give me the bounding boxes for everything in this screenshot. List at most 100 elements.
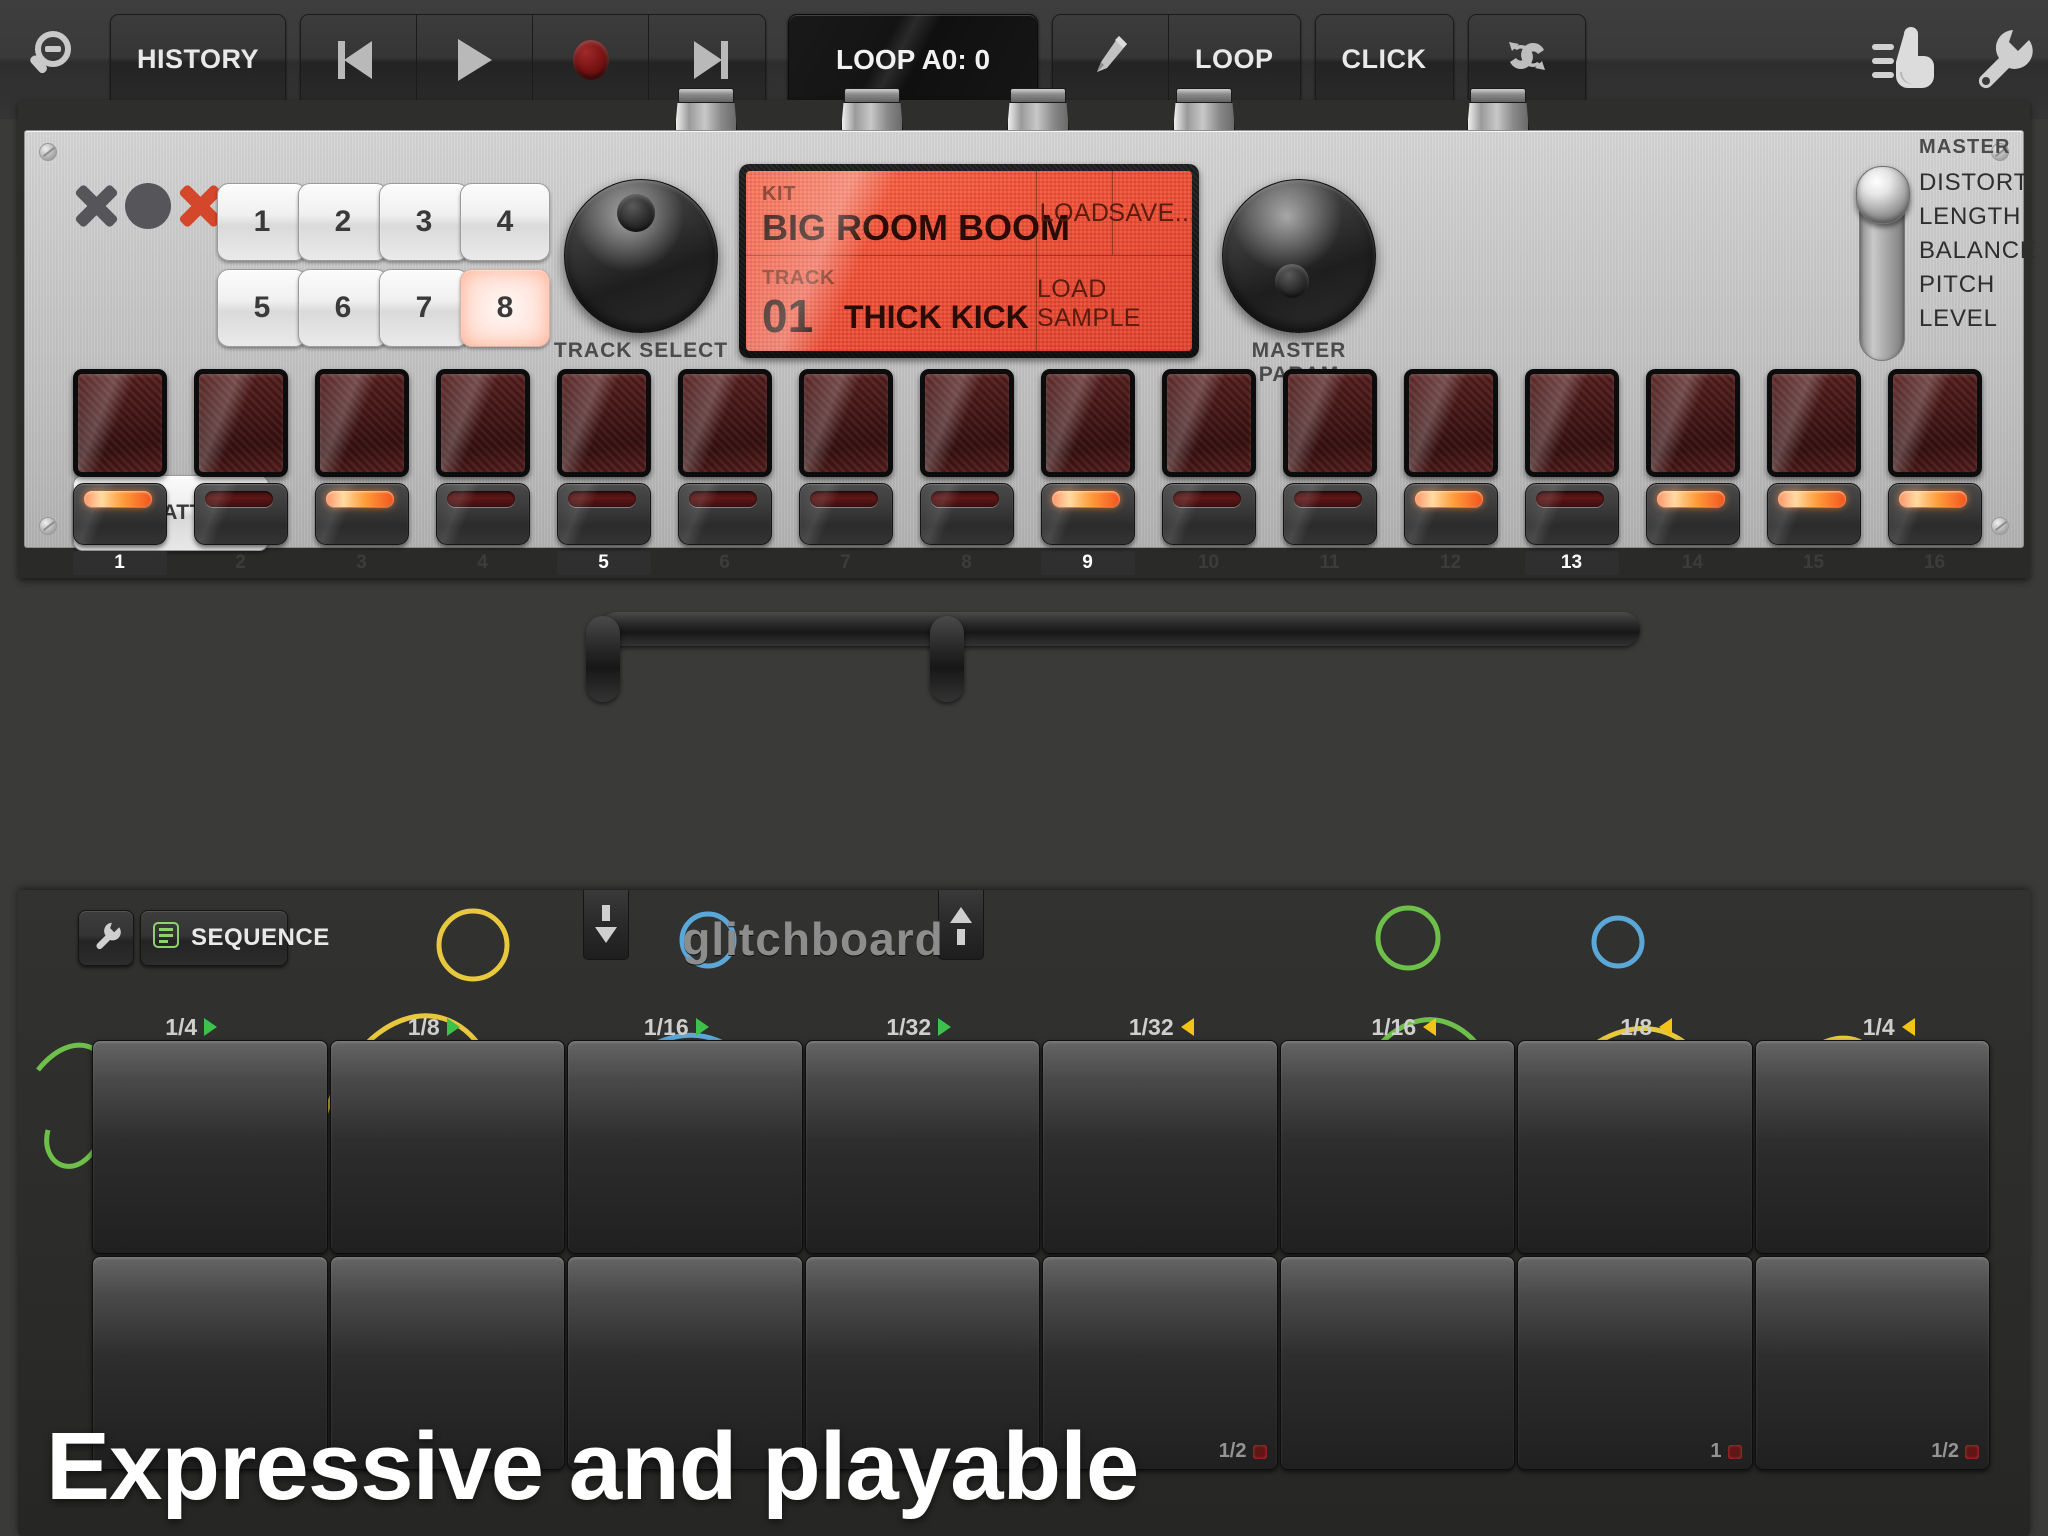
step-pad[interactable] — [1162, 369, 1256, 477]
play-button[interactable] — [417, 15, 533, 105]
sequence-button[interactable]: SEQUENCE — [140, 910, 288, 966]
step-button[interactable] — [1041, 483, 1135, 545]
step-pad[interactable] — [1525, 369, 1619, 477]
step-pad[interactable] — [194, 369, 288, 477]
step-3[interactable]: 3 — [301, 369, 422, 549]
pattern-button-6[interactable]: 6 — [298, 269, 388, 347]
step-pad[interactable] — [920, 369, 1014, 477]
step-6[interactable]: 6 — [664, 369, 785, 549]
step-button[interactable] — [799, 483, 893, 545]
division-label-4[interactable]: 1/32 — [798, 1010, 1041, 1044]
step-pad[interactable] — [436, 369, 530, 477]
glitch-pad-16[interactable]: 1/2 — [1755, 1256, 1991, 1470]
pattern-button-5[interactable]: 5 — [217, 269, 307, 347]
glitch-pad-8[interactable] — [1755, 1040, 1991, 1254]
glitchboard-settings-button[interactable] — [78, 910, 134, 966]
step-button[interactable] — [1888, 483, 1982, 545]
loop-display[interactable]: LOOP A0: 0 — [788, 14, 1038, 106]
pattern-button-8[interactable]: 8 — [460, 269, 550, 347]
step-button[interactable] — [1646, 483, 1740, 545]
click-button[interactable]: CLICK — [1316, 15, 1453, 105]
record-button[interactable] — [533, 15, 649, 105]
step-pad[interactable] — [678, 369, 772, 477]
master-param-pitch[interactable]: PITCH — [1919, 271, 1995, 299]
step-4[interactable]: 4 — [422, 369, 543, 549]
glitch-pad-2[interactable] — [330, 1040, 566, 1254]
glitch-pad-7[interactable] — [1517, 1040, 1753, 1254]
step-button[interactable] — [315, 483, 409, 545]
glitch-pad-1[interactable] — [92, 1040, 328, 1254]
step-10[interactable]: 10 — [1148, 369, 1269, 549]
step-12[interactable]: 12 — [1390, 369, 1511, 549]
step-pad[interactable] — [73, 369, 167, 477]
pattern-button-7[interactable]: 7 — [379, 269, 469, 347]
step-button[interactable] — [73, 483, 167, 545]
step-button[interactable] — [1525, 483, 1619, 545]
step-5[interactable]: 5 — [543, 369, 664, 549]
cable-vertical-right — [930, 616, 964, 702]
step-button[interactable] — [194, 483, 288, 545]
step-pad[interactable] — [1767, 369, 1861, 477]
division-label-6[interactable]: 1/16 — [1283, 1010, 1526, 1044]
division-label-8[interactable]: 1/4 — [1768, 1010, 2011, 1044]
step-1[interactable]: 1 — [59, 369, 180, 549]
master-slider-thumb[interactable] — [1856, 166, 1910, 224]
glitch-pad-14[interactable] — [1280, 1256, 1516, 1470]
step-pad[interactable] — [1404, 369, 1498, 477]
glitch-pad-3[interactable] — [567, 1040, 803, 1254]
division-label-5[interactable]: 1/32 — [1040, 1010, 1283, 1044]
division-label-3[interactable]: 1/16 — [555, 1010, 798, 1044]
lcd-save-button[interactable]: SAVE... — [1113, 171, 1192, 255]
edit-pencil-button[interactable] — [1053, 15, 1169, 105]
master-param-slider[interactable] — [1859, 171, 1905, 361]
step-button[interactable] — [1283, 483, 1377, 545]
division-label-7[interactable]: 1/8 — [1525, 1010, 1768, 1044]
step-14[interactable]: 14 — [1632, 369, 1753, 549]
glitchboard-input-jack[interactable] — [583, 890, 629, 960]
master-param-level[interactable]: LEVEL — [1919, 305, 1998, 333]
step-pad[interactable] — [1283, 369, 1377, 477]
step-button[interactable] — [1767, 483, 1861, 545]
lcd-load-button[interactable]: LOAD — [1037, 171, 1112, 255]
step-7[interactable]: 7 — [785, 369, 906, 549]
master-param-control[interactable]: MASTER PARAM — [1211, 179, 1387, 387]
step-2[interactable]: 2 — [180, 369, 301, 549]
step-16[interactable]: 16 — [1874, 369, 1995, 549]
step-11[interactable]: 11 — [1269, 369, 1390, 549]
glitch-pad-4[interactable] — [805, 1040, 1041, 1254]
master-param-balance[interactable]: BALANCE — [1919, 237, 2037, 265]
step-pad[interactable] — [557, 369, 651, 477]
step-8[interactable]: 8 — [906, 369, 1027, 549]
division-label-2[interactable]: 1/8 — [313, 1010, 556, 1044]
step-button[interactable] — [557, 483, 651, 545]
step-15[interactable]: 15 — [1753, 369, 1874, 549]
track-select-knob[interactable] — [564, 179, 718, 333]
skip-previous-button[interactable] — [301, 15, 417, 105]
step-9[interactable]: 9 — [1027, 369, 1148, 549]
step-pad[interactable] — [1646, 369, 1740, 477]
step-button[interactable] — [678, 483, 772, 545]
pattern-button-2[interactable]: 2 — [298, 183, 388, 261]
pattern-button-4[interactable]: 4 — [460, 183, 550, 261]
step-pad[interactable] — [315, 369, 409, 477]
division-label-1[interactable]: 1/4 — [70, 1010, 313, 1044]
track-select-control[interactable]: TRACK SELECT — [553, 179, 729, 363]
glitch-pad-5[interactable] — [1042, 1040, 1278, 1254]
step-button[interactable] — [1404, 483, 1498, 545]
step-button[interactable] — [436, 483, 530, 545]
pattern-button-3[interactable]: 3 — [379, 183, 469, 261]
step-13[interactable]: 13 — [1511, 369, 1632, 549]
lcd-load-sample-button[interactable]: LOAD SAMPLE — [1037, 256, 1192, 351]
master-param-length[interactable]: LENGTH — [1919, 203, 2021, 231]
step-button[interactable] — [1162, 483, 1256, 545]
master-param-distort[interactable]: DISTORT — [1919, 169, 2029, 197]
glitch-pad-6[interactable] — [1280, 1040, 1516, 1254]
step-pad[interactable] — [799, 369, 893, 477]
step-button[interactable] — [920, 483, 1014, 545]
pattern-button-1[interactable]: 1 — [217, 183, 307, 261]
step-pad[interactable] — [1888, 369, 1982, 477]
step-pad[interactable] — [1041, 369, 1135, 477]
master-param-knob[interactable] — [1222, 179, 1376, 333]
history-button[interactable]: HISTORY — [111, 15, 285, 105]
glitch-pad-15[interactable]: 1 — [1517, 1256, 1753, 1470]
